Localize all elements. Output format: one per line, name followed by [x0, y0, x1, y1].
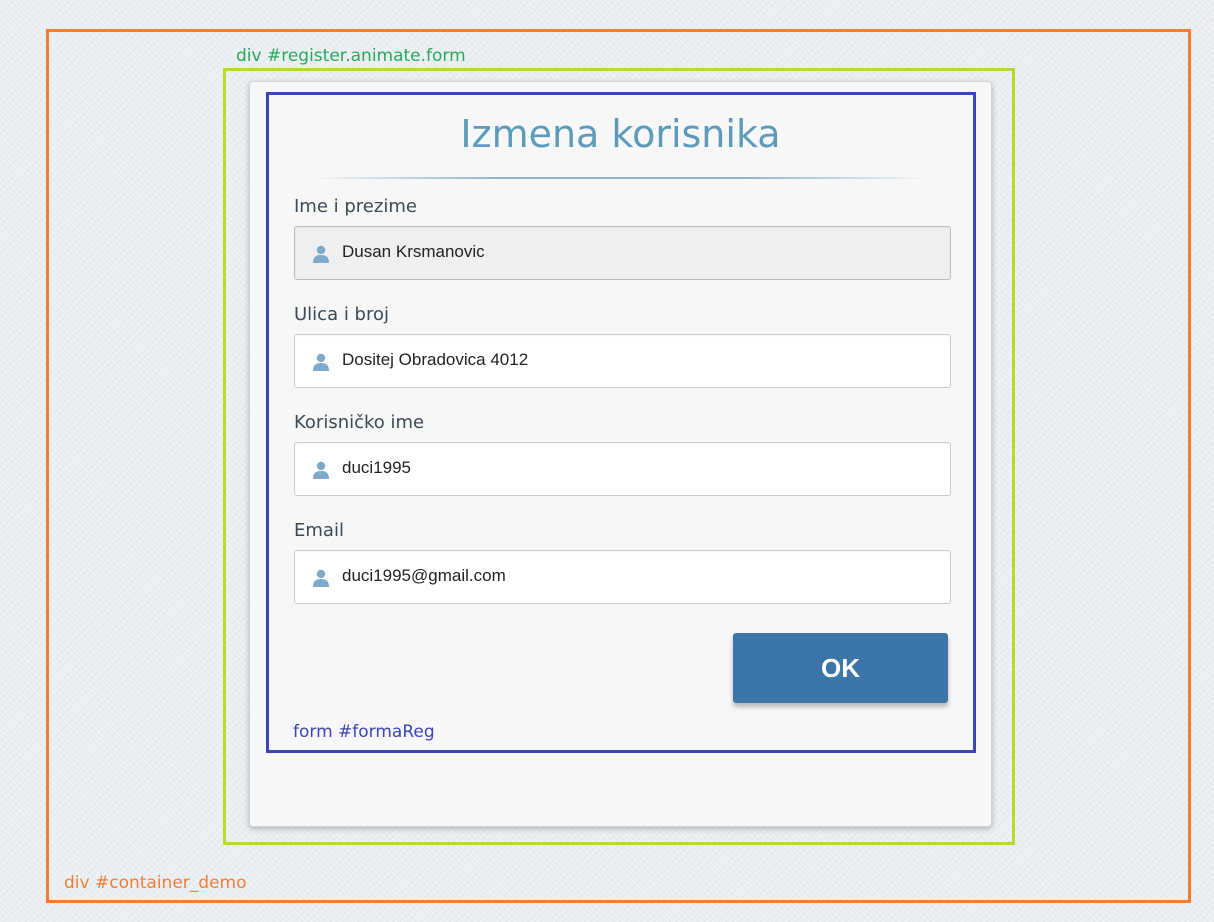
- form-label: form #formaReg: [293, 722, 435, 742]
- container-demo-label: div #container_demo: [64, 873, 247, 893]
- register-label: div #register.animate.form: [236, 46, 466, 66]
- form-outline: [266, 92, 976, 753]
